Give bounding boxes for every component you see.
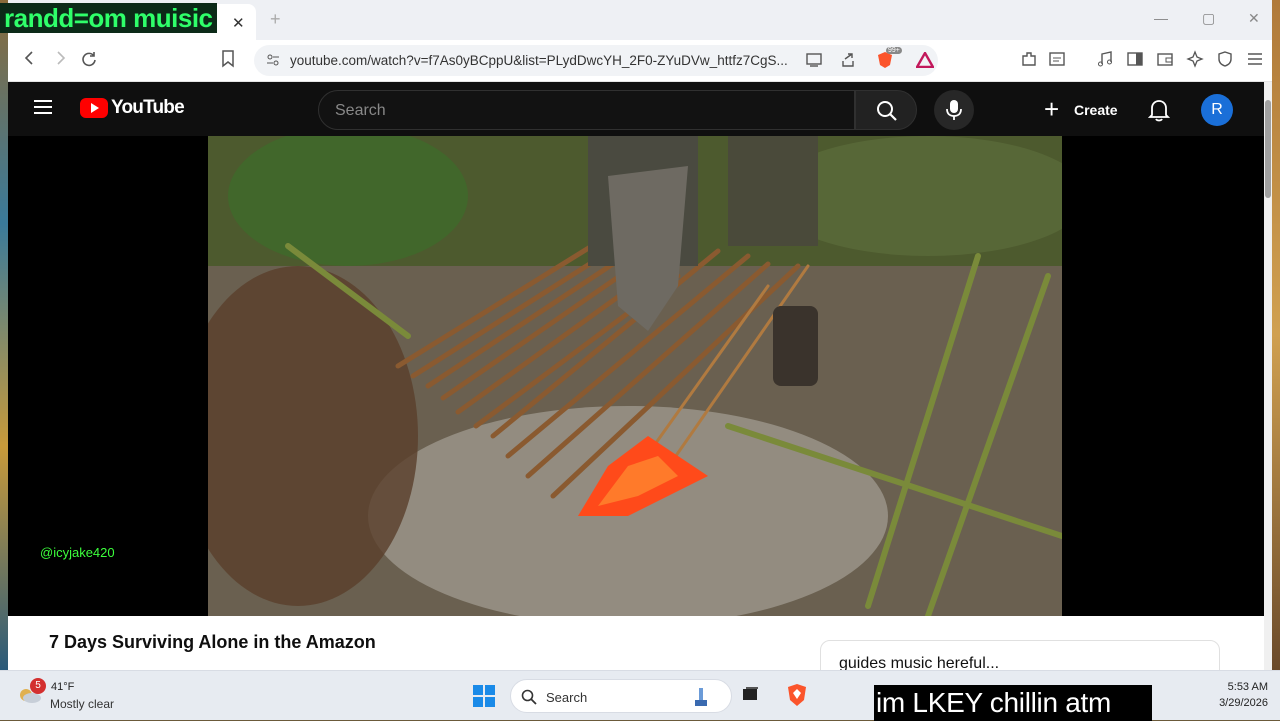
vpn-icon[interactable]	[1216, 50, 1234, 73]
page-scrollbar[interactable]	[1264, 82, 1272, 670]
desktop-background-right	[1272, 0, 1280, 670]
stream-chat-overlay: im LKEY chillin atm	[874, 685, 1152, 721]
media-icon[interactable]	[1096, 50, 1114, 73]
voice-search-button[interactable]	[934, 90, 974, 130]
task-view-icon[interactable]	[741, 685, 759, 708]
browser-window: ✕ + — ▢ ✕ youtube.com/watch?v=f7As0yBCpp…	[8, 0, 1272, 670]
bookmark-icon[interactable]	[221, 50, 235, 73]
microphone-icon	[946, 100, 962, 120]
create-label: Create	[1074, 102, 1118, 118]
site-settings-icon[interactable]	[266, 53, 280, 72]
extensions-icon[interactable]	[1020, 50, 1038, 73]
cast-icon[interactable]	[806, 53, 822, 72]
youtube-logo-text: YouTube	[111, 97, 185, 118]
reader-mode-icon[interactable]	[1048, 50, 1066, 73]
video-info-area: 7 Days Surviving Alone in the Amazon gui…	[8, 616, 1264, 670]
account-avatar[interactable]: R	[1201, 94, 1233, 126]
desktop-background-left	[0, 0, 8, 670]
search-highlight-icon	[695, 688, 707, 706]
taskbar-search[interactable]: Search	[510, 679, 732, 713]
weather-badge: 5	[30, 678, 46, 694]
create-button[interactable]: + Create	[1038, 90, 1126, 130]
youtube-header: YouTube Search + Create R	[8, 82, 1264, 136]
leo-ai-icon[interactable]	[1186, 50, 1204, 73]
address-bar[interactable]: youtube.com/watch?v=f7As0yBCppU&list=PLy…	[254, 45, 938, 76]
brave-browser-taskbar-icon[interactable]	[786, 683, 808, 712]
stream-banner-overlay: randd=om muisic	[0, 3, 217, 33]
close-window-button[interactable]: ✕	[1248, 10, 1260, 27]
share-icon[interactable]	[840, 52, 856, 73]
side-card[interactable]: guides music hereful...	[820, 640, 1220, 670]
maximize-button[interactable]: ▢	[1202, 10, 1215, 27]
shields-badge: 99+	[886, 47, 902, 54]
search-button[interactable]	[855, 90, 917, 130]
browser-toolbar: youtube.com/watch?v=f7As0yBCppU&list=PLy…	[8, 40, 1272, 82]
weather-temp: 41°F	[51, 681, 75, 693]
reload-icon[interactable]	[80, 50, 98, 73]
url-text[interactable]: youtube.com/watch?v=f7As0yBCppU&list=PLy…	[290, 53, 788, 68]
wallet-icon[interactable]	[1156, 50, 1174, 73]
stream-watermark: @icyjake420	[40, 545, 115, 560]
brave-rewards-icon[interactable]	[914, 50, 936, 73]
tab-close-icon[interactable]: ✕	[232, 14, 245, 32]
scrollbar-thumb[interactable]	[1265, 100, 1271, 198]
system-clock[interactable]: 5:53 AM 3/29/2026	[1198, 681, 1268, 709]
create-plus-icon: +	[1044, 94, 1060, 124]
guide-menu-icon[interactable]	[34, 100, 52, 114]
search-input[interactable]: Search	[318, 90, 855, 130]
video-title: 7 Days Surviving Alone in the Amazon	[49, 632, 376, 652]
youtube-page: YouTube Search + Create R 7 Days Survivi…	[8, 82, 1264, 670]
search-placeholder: Search	[335, 102, 386, 119]
windows-taskbar: 5 41°F Mostly clear Search im LKEY chill…	[0, 670, 1280, 721]
menu-icon[interactable]	[1246, 50, 1264, 73]
video-player[interactable]	[8, 136, 1264, 616]
weather-desc: Mostly clear	[50, 697, 115, 711]
new-tab-button[interactable]: +	[270, 9, 281, 30]
taskbar-search-icon	[521, 689, 537, 705]
notifications-bell-icon[interactable]	[1147, 98, 1171, 127]
taskbar-search-label: Search	[546, 690, 588, 705]
sidebar-icon[interactable]	[1126, 50, 1144, 73]
back-icon[interactable]	[22, 50, 38, 71]
video-frame[interactable]	[208, 136, 1062, 616]
search-icon	[877, 101, 897, 121]
side-card-text: guides music hereful...	[839, 655, 1000, 670]
clock-time: 5:53 AM	[1227, 681, 1268, 693]
start-button[interactable]	[473, 685, 495, 707]
video-content-image	[208, 136, 1062, 616]
brave-shields-icon[interactable]	[876, 51, 894, 74]
minimize-button[interactable]: —	[1154, 10, 1168, 26]
youtube-play-icon	[80, 98, 108, 118]
forward-icon[interactable]	[52, 50, 68, 71]
clock-date: 3/29/2026	[1219, 697, 1268, 709]
